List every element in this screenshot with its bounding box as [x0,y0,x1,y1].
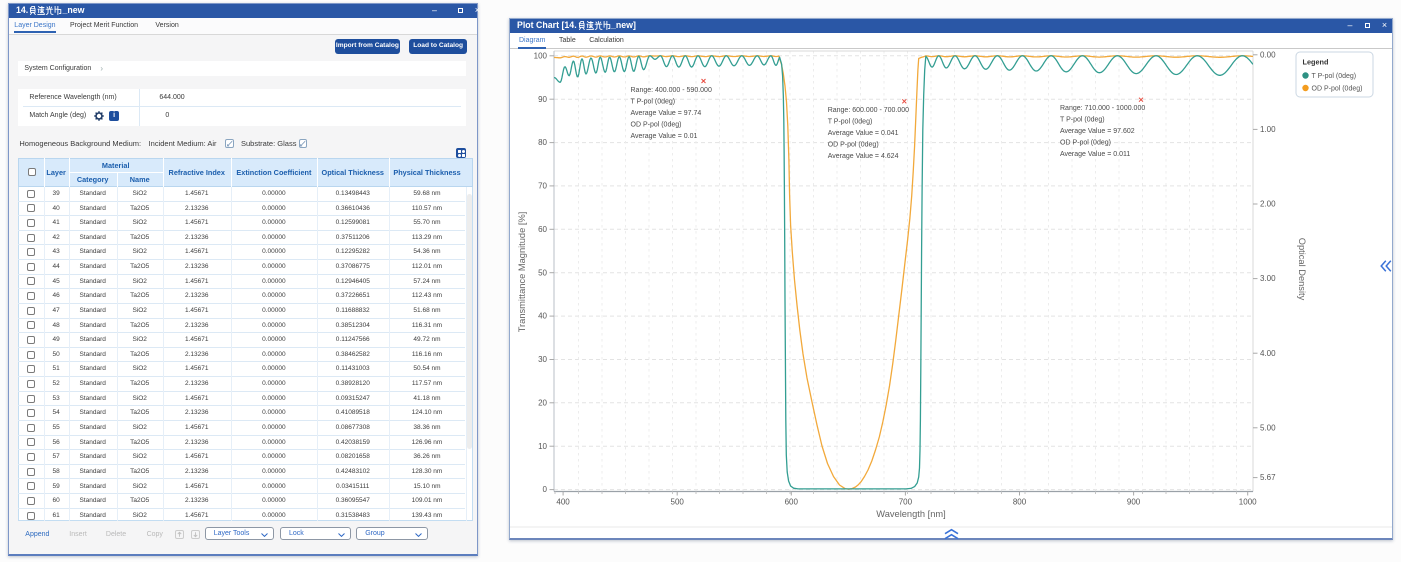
svg-text:T P-pol (0deg): T P-pol (0deg) [631,99,676,106]
svg-text:Wavelength [nm]: Wavelength [nm] [876,509,945,519]
svg-text:T P-pol (0deg): T P-pol (0deg) [1060,116,1105,123]
svg-text:OD P-pol (0deg): OD P-pol (0deg) [1060,139,1111,146]
svg-text:500: 500 [671,498,685,507]
svg-text:Average Value = 4.624: Average Value = 4.624 [828,153,899,160]
svg-text:60: 60 [538,225,547,234]
svg-text:OD P-pol (0deg): OD P-pol (0deg) [1312,86,1363,93]
svg-text:1000: 1000 [1239,498,1257,507]
svg-text:2.00: 2.00 [1260,200,1276,209]
svg-text:Average Value = 0.011: Average Value = 0.011 [1060,151,1130,158]
svg-text:Range: 600.000 - 700.000: Range: 600.000 - 700.000 [828,107,909,114]
svg-text:400: 400 [556,498,570,507]
svg-text:T P-pol (0deg): T P-pol (0deg) [828,119,873,126]
svg-text:40: 40 [538,312,547,321]
svg-text:T P-pol (0deg): T P-pol (0deg) [1312,73,1357,80]
svg-text:600: 600 [785,498,799,507]
svg-text:Optical Density: Optical Density [1297,238,1307,301]
svg-text:OD P-pol (0deg): OD P-pol (0deg) [828,142,879,149]
svg-text:Average Value = 97.74: Average Value = 97.74 [631,110,702,117]
svg-text:OD P-pol (0deg): OD P-pol (0deg) [631,122,682,129]
svg-text:700: 700 [899,498,913,507]
svg-text:10: 10 [538,442,547,451]
svg-text:1.00: 1.00 [1260,125,1276,134]
svg-text:Average Value = 97.602: Average Value = 97.602 [1060,128,1135,135]
svg-text:900: 900 [1127,498,1141,507]
svg-text:100: 100 [534,51,548,60]
svg-text:90: 90 [538,95,547,104]
svg-text:80: 80 [538,138,547,147]
svg-text:5.00: 5.00 [1260,423,1276,432]
svg-text:0.00: 0.00 [1260,50,1276,59]
svg-text:4.00: 4.00 [1260,349,1276,358]
svg-text:Range: 400.000 - 590.000: Range: 400.000 - 590.000 [631,87,712,94]
svg-text:Average Value = 0.01: Average Value = 0.01 [631,133,698,140]
svg-text:20: 20 [538,398,547,407]
svg-text:5.67: 5.67 [1260,473,1276,482]
svg-text:50: 50 [538,268,547,277]
svg-text:70: 70 [538,182,547,191]
svg-text:30: 30 [538,355,547,364]
svg-text:Transmittance Magnitude [%]: Transmittance Magnitude [%] [517,212,527,333]
svg-text:Legend: Legend [1303,58,1329,67]
svg-text:Range: 710.000 - 1000.000: Range: 710.000 - 1000.000 [1060,105,1145,112]
svg-text:3.00: 3.00 [1260,274,1276,283]
svg-text:0: 0 [543,485,548,494]
svg-text:Average Value = 0.041: Average Value = 0.041 [828,130,899,137]
svg-text:800: 800 [1013,498,1027,507]
